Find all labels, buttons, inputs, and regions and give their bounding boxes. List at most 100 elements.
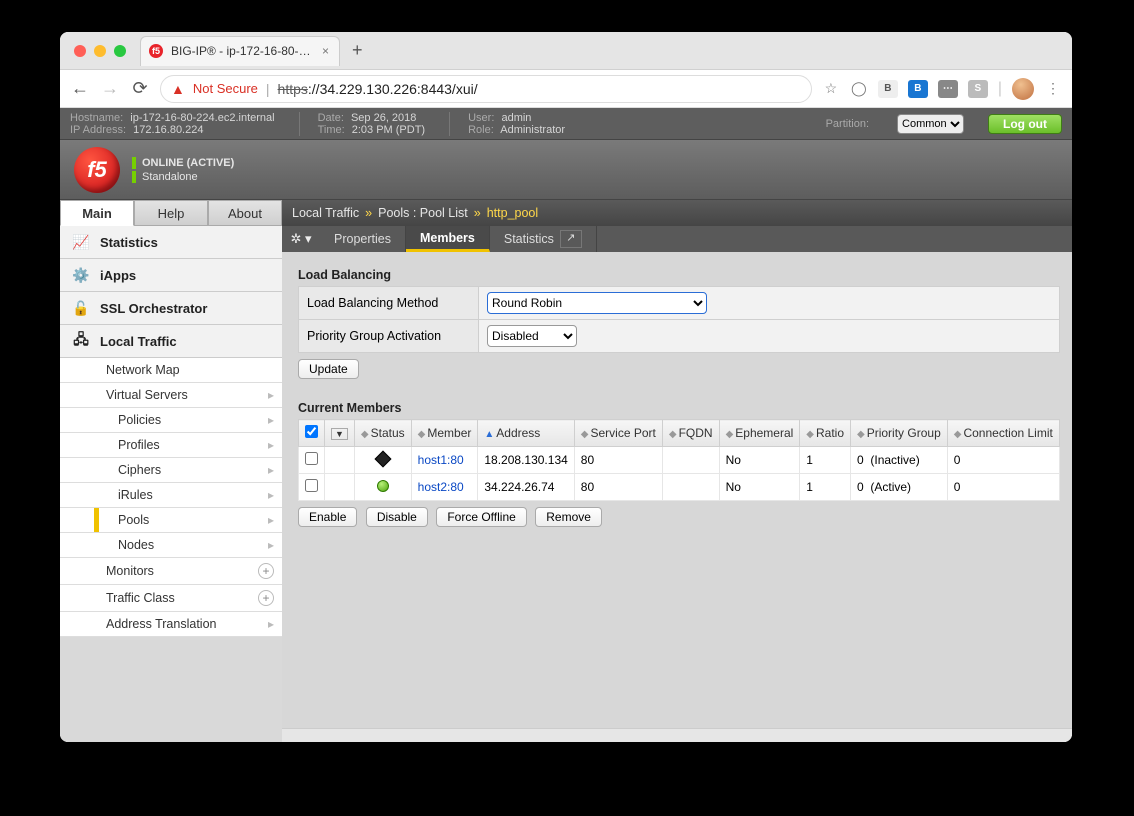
cell-connection-limit: 0 bbox=[947, 474, 1059, 501]
select-all-checkbox[interactable] bbox=[305, 425, 318, 438]
nav-tab-about[interactable]: About bbox=[208, 200, 282, 226]
enable-button[interactable]: Enable bbox=[298, 507, 357, 527]
close-window-icon[interactable] bbox=[74, 45, 86, 57]
sidebar-item-iapps[interactable]: ⚙️ iApps bbox=[60, 259, 282, 292]
lb-method-label: Load Balancing Method bbox=[299, 287, 479, 320]
extension-gray-icon[interactable]: ⋯ bbox=[938, 80, 958, 98]
sidebar-ciphers[interactable]: Ciphers▸ bbox=[60, 458, 282, 483]
partition-label: Partition: bbox=[826, 118, 869, 130]
sidebar-nav: 📈 Statistics ⚙️ iApps 🔓 SSL Orchestrator… bbox=[60, 226, 282, 637]
filter-dropdown-icon[interactable]: ▼ bbox=[331, 428, 348, 440]
remove-button[interactable]: Remove bbox=[535, 507, 602, 527]
close-tab-icon[interactable]: × bbox=[322, 44, 329, 58]
member-link[interactable]: host2:80 bbox=[418, 480, 464, 494]
chevron-right-icon: ▸ bbox=[268, 413, 274, 427]
logout-button[interactable]: Log out bbox=[988, 114, 1062, 134]
cell-priority-group: 0 (Inactive) bbox=[851, 447, 948, 474]
sidebar-nodes[interactable]: Nodes▸ bbox=[60, 533, 282, 558]
nav-tab-help[interactable]: Help bbox=[134, 200, 208, 226]
sidebar-profiles[interactable]: Profiles▸ bbox=[60, 433, 282, 458]
window-controls bbox=[74, 45, 126, 57]
sidebar-address-translation[interactable]: Address Translation▸ bbox=[60, 612, 282, 637]
reload-button[interactable]: ⟳ bbox=[130, 78, 150, 99]
sidebar-item-statistics[interactable]: 📈 Statistics bbox=[60, 226, 282, 259]
chevron-right-icon: ▸ bbox=[268, 463, 274, 477]
extension-circle-icon[interactable]: ◯ bbox=[850, 80, 868, 98]
col-port[interactable]: Service Port bbox=[591, 426, 656, 440]
extension-b2-icon[interactable]: B bbox=[908, 80, 928, 98]
col-connection-limit[interactable]: Connection Limit bbox=[963, 426, 1052, 440]
f5-logo-icon: f5 bbox=[74, 147, 120, 193]
profile-avatar[interactable] bbox=[1012, 78, 1034, 100]
row-checkbox[interactable] bbox=[305, 452, 318, 465]
crumb-local-traffic[interactable]: Local Traffic bbox=[292, 206, 359, 220]
sidebar-monitors[interactable]: Monitors+ bbox=[60, 558, 282, 585]
app-body: Main Help About 📈 Statistics ⚙️ iApps 🔓 bbox=[60, 200, 1072, 742]
tab-statistics[interactable]: Statistics ↗ bbox=[490, 226, 597, 252]
minimize-window-icon[interactable] bbox=[94, 45, 106, 57]
local-traffic-icon: 🖧 bbox=[70, 332, 92, 350]
url-rest: ://34.229.130.226:8443/xui/ bbox=[308, 81, 478, 97]
content: Load Balancing Load Balancing Method Rou… bbox=[282, 252, 1072, 728]
cell-ephemeral: No bbox=[719, 474, 800, 501]
browser-tab[interactable]: f5 BIG-IP® - ip-172-16-80-224.ec… × bbox=[140, 36, 340, 66]
gear-icon[interactable]: ✲ ▾ bbox=[282, 231, 320, 247]
status-available-icon bbox=[377, 480, 389, 492]
sidebar-policies[interactable]: Policies▸ bbox=[60, 408, 282, 433]
disable-button[interactable]: Disable bbox=[366, 507, 428, 527]
popout-icon[interactable]: ↗ bbox=[560, 230, 582, 248]
table-row: host1:8018.208.130.13480No10 (Inactive)0 bbox=[299, 447, 1060, 474]
col-fqdn[interactable]: FQDN bbox=[679, 426, 713, 440]
role-value: Administrator bbox=[500, 124, 565, 136]
col-member[interactable]: Member bbox=[427, 426, 471, 440]
tab-members[interactable]: Members bbox=[406, 226, 490, 252]
cell-ratio: 1 bbox=[800, 474, 851, 501]
col-priority-group[interactable]: Priority Group bbox=[867, 426, 941, 440]
col-address[interactable]: Address bbox=[496, 426, 540, 440]
kebab-menu-icon[interactable]: ⋮ bbox=[1044, 80, 1062, 98]
pga-select[interactable]: Disabled bbox=[487, 325, 577, 347]
cell-address: 18.208.130.134 bbox=[478, 447, 574, 474]
main-area: Local Traffic » Pools : Pool List » http… bbox=[282, 200, 1072, 742]
cell-connection-limit: 0 bbox=[947, 447, 1059, 474]
cell-fqdn bbox=[662, 447, 719, 474]
partition-select[interactable]: Common bbox=[897, 114, 964, 134]
lb-method-select[interactable]: Round Robin bbox=[487, 292, 707, 314]
tab-properties[interactable]: Properties bbox=[320, 226, 406, 252]
role-label: Role: bbox=[468, 124, 494, 136]
col-ratio[interactable]: Ratio bbox=[816, 426, 844, 440]
star-icon[interactable]: ☆ bbox=[822, 80, 840, 98]
sidebar-netmap[interactable]: Network Map bbox=[60, 358, 282, 383]
extension-b1-icon[interactable]: B bbox=[878, 80, 898, 98]
sidebar-pools[interactable]: Pools▸ bbox=[60, 508, 282, 533]
extension-s-icon[interactable]: S bbox=[968, 80, 988, 98]
row-checkbox[interactable] bbox=[305, 479, 318, 492]
maximize-window-icon[interactable] bbox=[114, 45, 126, 57]
plus-icon[interactable]: + bbox=[258, 563, 274, 579]
plus-icon[interactable]: + bbox=[258, 590, 274, 606]
force-offline-button[interactable]: Force Offline bbox=[436, 507, 526, 527]
sidebar-traffic-class[interactable]: Traffic Class+ bbox=[60, 585, 282, 612]
horizontal-scrollbar[interactable] bbox=[282, 728, 1072, 742]
sidebar-irules[interactable]: iRules▸ bbox=[60, 483, 282, 508]
navbar: ← → ⟳ ▲ Not Secure | https://34.229.130.… bbox=[60, 70, 1072, 108]
table-row: host2:8034.224.26.7480No10 (Active)0 bbox=[299, 474, 1060, 501]
new-tab-button[interactable]: + bbox=[352, 40, 363, 61]
sidebar-item-local-traffic[interactable]: 🖧 Local Traffic bbox=[60, 325, 282, 358]
update-button[interactable]: Update bbox=[298, 359, 359, 379]
back-button[interactable]: ← bbox=[70, 78, 90, 99]
sidebar-item-ssl[interactable]: 🔓 SSL Orchestrator bbox=[60, 292, 282, 325]
cell-port: 80 bbox=[574, 447, 662, 474]
col-status[interactable]: Status bbox=[371, 426, 405, 440]
sidebar-virtual-servers[interactable]: Virtual Servers▸ bbox=[60, 383, 282, 408]
nav-tab-main[interactable]: Main bbox=[60, 200, 134, 226]
col-ephemeral[interactable]: Ephemeral bbox=[735, 426, 793, 440]
ip-value: 172.16.80.224 bbox=[133, 124, 203, 136]
hostname-label: Hostname: bbox=[70, 112, 123, 124]
forward-button[interactable]: → bbox=[100, 78, 120, 99]
member-link[interactable]: host1:80 bbox=[418, 453, 464, 467]
page-tabs: ✲ ▾ Properties Members Statistics ↗ bbox=[282, 226, 1072, 252]
status-mode: Standalone bbox=[132, 171, 234, 183]
url-box[interactable]: ▲ Not Secure | https://34.229.130.226:84… bbox=[160, 75, 812, 103]
crumb-pool-list[interactable]: Pools : Pool List bbox=[378, 206, 468, 220]
